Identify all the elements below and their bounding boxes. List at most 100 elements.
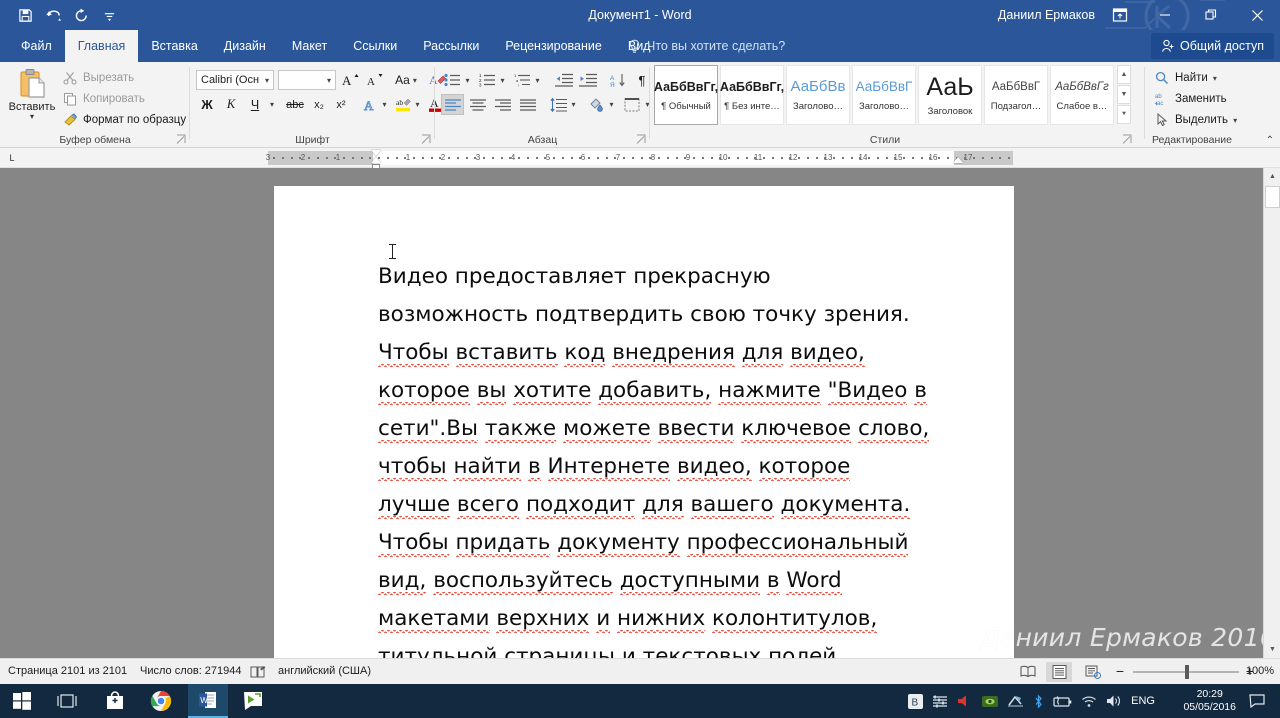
shrink-font-button[interactable]: A [364,70,386,90]
align-left-button[interactable] [441,94,464,115]
change-case-button[interactable]: Aa ▾ [390,70,422,90]
language-status[interactable]: английский (США) [278,659,371,684]
decrease-indent-button[interactable] [553,70,575,90]
line-spacing-caret[interactable]: ▾ [568,94,579,115]
grow-font-button[interactable]: A [340,70,362,90]
text-effects-button[interactable]: A [360,94,380,115]
font-name-combo[interactable]: Calibri (Осн ▾ [196,70,274,90]
task-view-button[interactable] [47,684,87,718]
tab-insert[interactable]: Вставка [138,30,210,62]
scroll-up-arrow-icon[interactable]: ▲ [1264,168,1280,185]
zoom-level-label[interactable]: 100% [1246,659,1274,684]
superscript-button[interactable]: x² [330,94,352,115]
clipboard-dialog-launcher-icon[interactable] [176,134,187,145]
account-name[interactable]: Даниил Ермаков [998,0,1095,30]
document-body-text[interactable]: Видео предоставляет прекрасную возможност… [378,244,968,658]
close-icon[interactable] [1234,0,1280,30]
web-layout-button[interactable] [1080,662,1106,682]
document-page[interactable]: Видео предоставляет прекрасную возможност… [274,186,1014,658]
proofing-status-icon[interactable] [250,659,268,684]
keyboard-language-indicator[interactable]: ENG [1131,695,1155,707]
bullets-caret[interactable]: ▾ [462,70,473,90]
underline-button[interactable]: Ч [244,94,266,115]
tab-home[interactable]: Главная [64,30,139,62]
style-item-heading-1[interactable]: АаБбВв Заголово… [786,65,850,125]
battery-tray-icon[interactable] [1053,695,1072,708]
select-command[interactable]: Выделить ▾ [1154,110,1237,130]
increase-indent-button[interactable] [577,70,599,90]
sort-button[interactable]: AЯ [607,70,629,90]
bluetooth-tray-icon[interactable] [1033,693,1044,709]
word-button[interactable]: W [188,684,228,718]
tab-file[interactable]: Файл [8,30,65,62]
subscript-button[interactable]: x₂ [308,94,330,115]
font-dialog-launcher-icon[interactable] [421,134,432,145]
text-effects-caret[interactable]: ▾ [379,94,390,115]
bullets-button[interactable] [441,70,463,90]
style-item-no-spacing[interactable]: АаБбВвГг, ¶ Без инте… [720,65,784,125]
wifi-tray-icon[interactable] [1081,695,1097,708]
align-right-button[interactable] [491,94,514,115]
nvidia-tray-icon[interactable] [982,695,999,708]
numbering-button[interactable]: 123 [476,70,498,90]
numbering-caret[interactable]: ▾ [497,70,508,90]
font-size-combo[interactable]: ▾ [278,70,336,90]
clock[interactable]: 20:29 05/05/2016 [1183,684,1236,718]
collapse-ribbon-button[interactable]: ⌃ [1266,135,1274,146]
store-button[interactable] [95,684,135,718]
styles-dialog-launcher-icon[interactable] [1122,134,1133,145]
styles-scroll-up-button[interactable]: ▲ [1117,65,1131,84]
styles-more-button[interactable]: ⯆ [1117,105,1131,124]
share-button[interactable]: Общий доступ [1151,33,1274,59]
vertical-scrollbar[interactable]: ▲ ▼ [1263,168,1280,658]
vk-tray-icon[interactable]: B [908,693,924,709]
word-count-status[interactable]: Число слов: 271944 [140,659,242,684]
first-line-indent-marker[interactable] [371,150,381,156]
volume-tray-icon[interactable] [1106,694,1122,708]
copy-command[interactable]: Копировать [62,89,145,109]
bold-button[interactable]: Ж [196,94,218,115]
paste-dropdown-caret[interactable]: ▾ [30,113,34,121]
chrome-button[interactable] [141,684,181,718]
right-indent-marker[interactable] [953,157,963,163]
page-number-status[interactable]: Страница 2101 из 2101 [8,659,127,684]
tab-mailings[interactable]: Рассылки [410,30,492,62]
align-center-button[interactable] [466,94,489,115]
action-center-button[interactable] [1242,684,1272,718]
paragraph-dialog-launcher-icon[interactable] [636,134,647,145]
equalizer-tray-icon[interactable] [932,694,948,709]
borders-button[interactable] [621,94,643,115]
shading-caret[interactable]: ▾ [606,94,617,115]
paste-button[interactable]: Вставить ▾ [6,66,58,128]
tab-review[interactable]: Рецензирование [492,30,615,62]
italic-button[interactable]: К [220,94,242,115]
underline-dropdown-caret[interactable]: ▾ [266,94,278,115]
zoom-slider-thumb[interactable] [1185,665,1189,679]
graphics-tray-icon[interactable] [1007,694,1024,708]
text-highlight-button[interactable]: ab [393,94,413,115]
minimize-icon[interactable] [1142,0,1188,30]
cut-command[interactable]: Вырезать [62,68,134,88]
multilevel-list-button[interactable]: 1ai [511,70,533,90]
strikethrough-button[interactable]: abc [282,94,308,115]
print-layout-button[interactable] [1046,662,1072,682]
highlight-caret[interactable]: ▾ [412,94,423,115]
style-item-heading-2[interactable]: АаБбВвГ Заголово… [852,65,916,125]
ribbon-display-options-icon[interactable] [1108,5,1132,25]
shading-button[interactable] [585,94,607,115]
tab-references[interactable]: Ссылки [340,30,410,62]
format-painter-command[interactable]: Формат по образцу [62,110,186,130]
style-item-title[interactable]: АаЬ Заголовок [918,65,982,125]
tab-stop-selector[interactable]: L [4,151,20,165]
scrollbar-thumb[interactable] [1265,186,1280,208]
tab-layout[interactable]: Макет [279,30,340,62]
zoom-out-button[interactable]: − [1113,659,1127,684]
replace-command[interactable]: ab ac Заменить [1154,89,1227,109]
multilevel-caret[interactable]: ▾ [532,70,543,90]
justify-button[interactable] [516,94,539,115]
styles-scroll-down-button[interactable]: ▼ [1117,85,1131,104]
scroll-down-arrow-icon[interactable]: ▼ [1264,641,1280,658]
read-mode-button[interactable] [1015,662,1041,682]
tell-me-search[interactable]: Что вы хотите сделать? [628,30,785,62]
find-command[interactable]: Найти ▾ [1154,68,1217,88]
